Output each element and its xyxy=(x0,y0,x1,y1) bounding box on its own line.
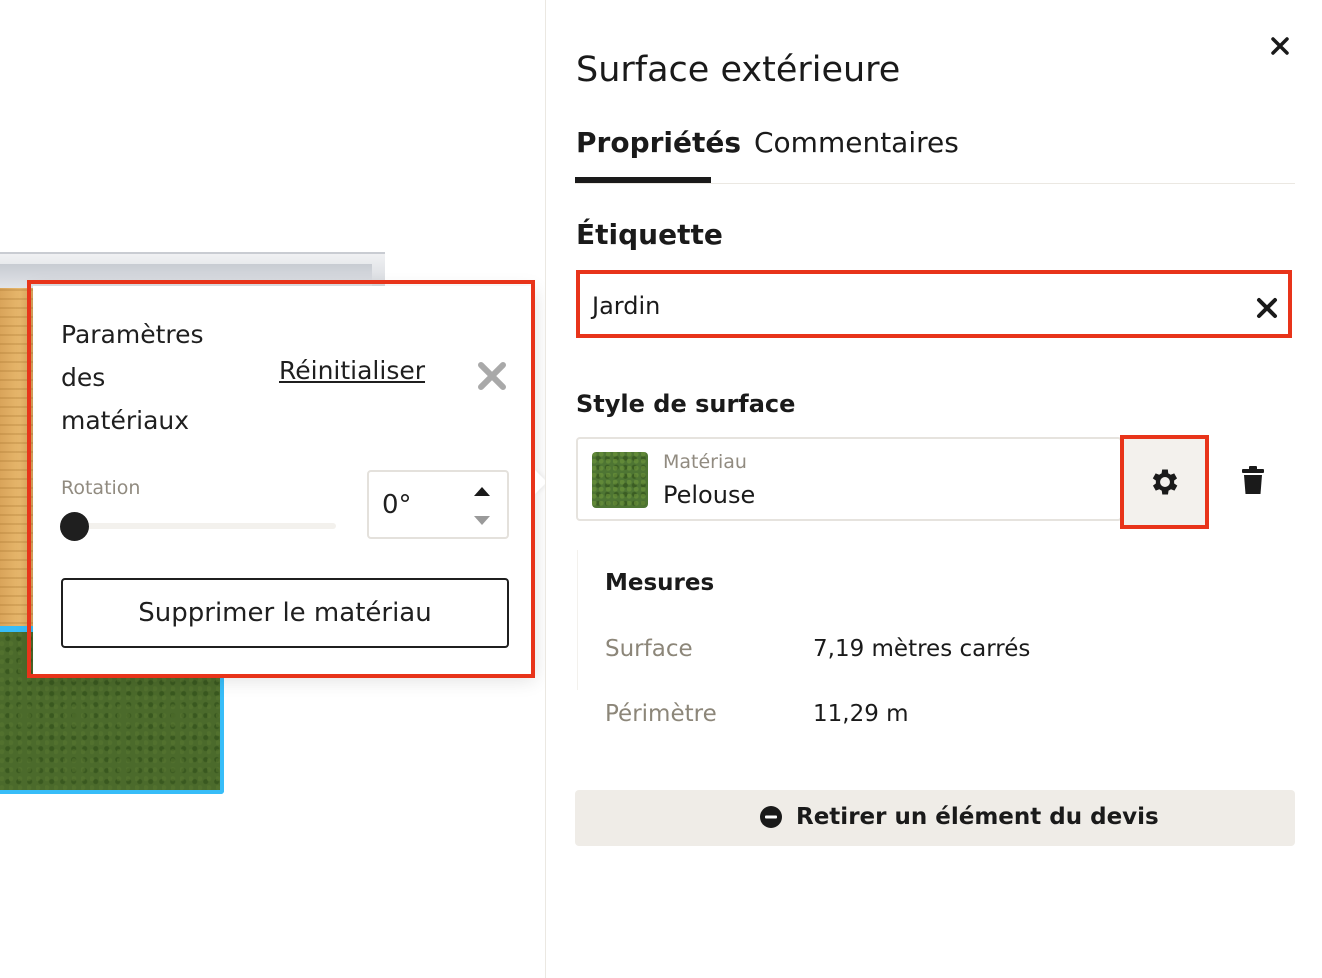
delete-style-button[interactable] xyxy=(1238,464,1268,496)
panel-close-button[interactable] xyxy=(1268,34,1292,58)
decrement-button[interactable] xyxy=(471,512,493,530)
measure-key-perimeter: Périmètre xyxy=(605,701,717,727)
remove-button-label: Retirer un élément du devis xyxy=(796,804,1159,830)
material-settings-button[interactable] xyxy=(1120,435,1209,529)
remove-from-quote-button[interactable]: Retirer un élément du devis xyxy=(575,790,1295,846)
caret-up-icon xyxy=(474,487,490,496)
label-input[interactable]: Jardin xyxy=(576,270,1292,338)
material-selector[interactable]: Matériau Pelouse xyxy=(576,437,1122,521)
delete-material-button[interactable]: Supprimer le matériau xyxy=(61,578,509,648)
wall-shadow xyxy=(0,264,372,288)
close-icon xyxy=(478,362,506,390)
rotation-value: 0° xyxy=(382,490,412,520)
minus-circle-icon xyxy=(760,806,782,828)
measures-divider xyxy=(577,550,578,690)
rotation-slider-thumb[interactable] xyxy=(60,512,89,541)
measure-key-surface: Surface xyxy=(605,636,693,662)
trash-icon xyxy=(1242,466,1264,494)
tabs-divider xyxy=(575,183,1295,184)
tab-comments[interactable]: Commentaires xyxy=(754,126,959,159)
label-section-title: Étiquette xyxy=(576,218,723,251)
measure-value-surface: 7,19 mètres carrés xyxy=(813,636,1031,662)
caret-down-icon xyxy=(474,516,490,525)
measure-value-perimeter: 11,29 m xyxy=(813,701,909,727)
surface-style-title: Style de surface xyxy=(576,390,796,418)
close-icon xyxy=(1257,298,1277,318)
close-icon xyxy=(1271,37,1289,55)
clear-label-button[interactable] xyxy=(1255,296,1279,320)
panel-title: Surface extérieure xyxy=(576,50,901,90)
rotation-label: Rotation xyxy=(61,477,141,499)
rotation-stepper[interactable]: 0° xyxy=(367,470,509,539)
reset-button[interactable]: Réinitialiser xyxy=(279,356,425,385)
tab-properties[interactable]: Propriétés xyxy=(576,126,741,159)
popover-title: Paramètres des matériaux xyxy=(61,320,204,435)
material-swatch xyxy=(592,452,648,508)
popover-close-button[interactable] xyxy=(475,359,509,393)
measures-title: Mesures xyxy=(605,570,715,596)
material-caption: Matériau xyxy=(663,451,747,473)
rotation-slider-track[interactable] xyxy=(61,523,336,529)
material-name: Pelouse xyxy=(663,481,756,509)
increment-button[interactable] xyxy=(471,482,493,500)
label-input-value[interactable]: Jardin xyxy=(592,292,660,320)
gear-icon xyxy=(1152,469,1178,495)
remove-button-content: Retirer un élément du devis xyxy=(760,804,1159,830)
